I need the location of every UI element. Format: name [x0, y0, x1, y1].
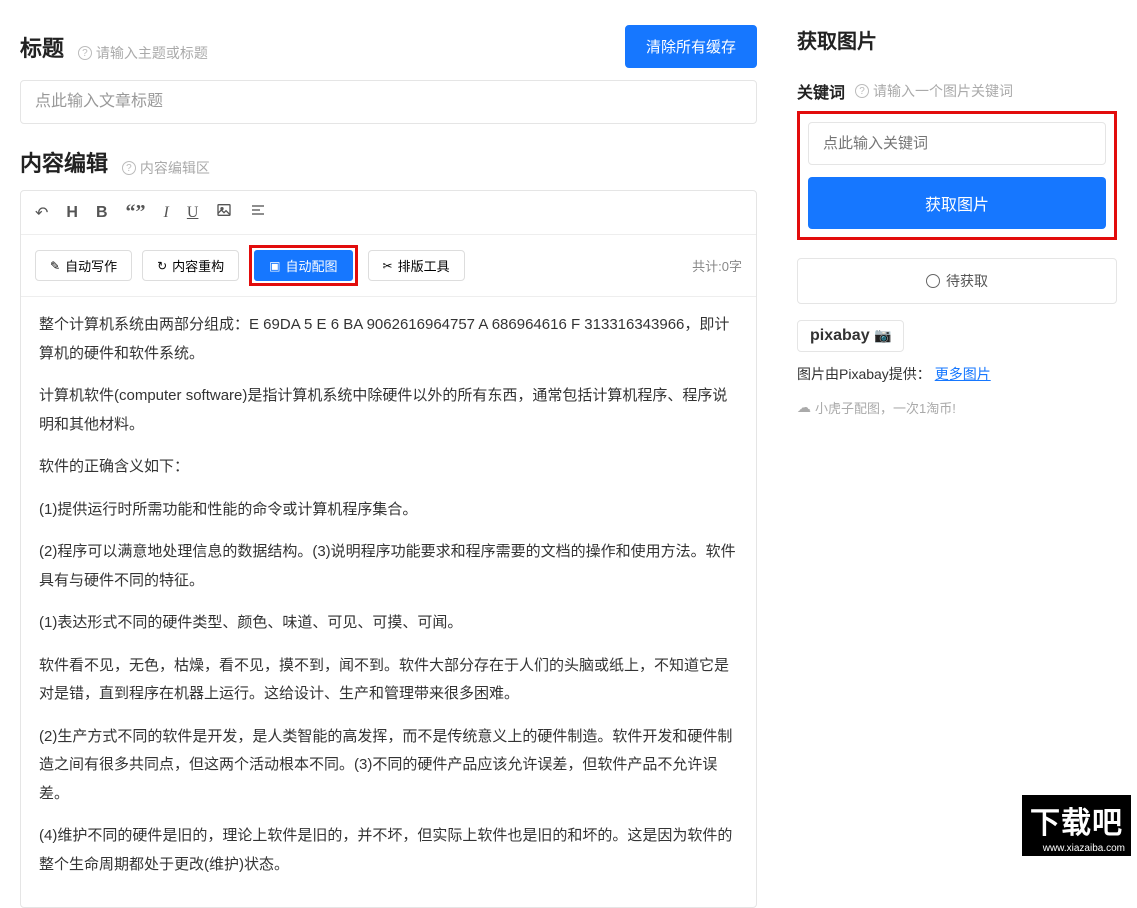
- editor-box: ↶ H B “” I U ✎ 自动写作 ↻: [20, 190, 757, 908]
- editor-paragraph: (4)维护不同的硬件是旧的，理论上软件是旧的，并不坏，但实际上软件也是旧的和坏的…: [39, 822, 738, 879]
- undo-icon[interactable]: ↶: [35, 203, 48, 223]
- editor-paragraph: (1)提供运行时所需功能和性能的命令或计算机程序集合。: [39, 496, 738, 525]
- content-editor-label: 内容编辑: [20, 151, 108, 176]
- pending-status: 待获取: [797, 258, 1117, 304]
- footer-note: ☁ 小虎子配图，一次1淘币!: [797, 398, 1117, 417]
- keyword-hint: ? 请输入一个图片关键词: [855, 81, 1013, 101]
- editor-paragraph: 软件看不见，无色，枯燥，看不见，摸不到，闻不到。软件大部分存在于人们的头脑或纸上…: [39, 652, 738, 709]
- bold-icon[interactable]: B: [96, 204, 108, 222]
- layout-tool-button[interactable]: ✂ 排版工具: [368, 250, 465, 281]
- circle-icon: [926, 274, 940, 288]
- editor-paragraph: 软件的正确含义如下：: [39, 453, 738, 482]
- camera-icon: 📷: [874, 327, 891, 343]
- editor-paragraph: (2)生产方式不同的软件是开发，是人类智能的高发挥，而不是传统意义上的硬件制造。…: [39, 723, 738, 809]
- watermark: 下载吧 www.xiazaiba.com: [1022, 795, 1131, 856]
- auto-write-button[interactable]: ✎ 自动写作: [35, 250, 132, 281]
- fetch-image-button[interactable]: 获取图片: [808, 177, 1106, 229]
- auto-image-button[interactable]: ▣ 自动配图: [254, 250, 352, 281]
- layout-icon: ✂: [383, 259, 393, 273]
- pencil-icon: ✎: [50, 259, 60, 273]
- article-title-input[interactable]: [20, 80, 757, 124]
- heading-icon[interactable]: H: [66, 204, 78, 222]
- cloud-icon: ☁: [797, 399, 811, 416]
- editor-paragraph: (1)表达形式不同的硬件类型、颜色、味道、可见、可摸、可闻。: [39, 609, 738, 638]
- underline-icon[interactable]: U: [187, 204, 199, 222]
- editor-paragraph: (2)程序可以满意地处理信息的数据结构。(3)说明程序功能要求和程序需要的文档的…: [39, 538, 738, 595]
- gallery-icon: ▣: [269, 259, 280, 273]
- title-hint: ? 请输入主题或标题: [78, 43, 208, 63]
- content-editor-header: 内容编辑 ? 内容编辑区: [20, 146, 757, 178]
- fetch-image-title: 获取图片: [797, 25, 1117, 54]
- keyword-label: 关键词: [797, 79, 845, 103]
- clear-cache-button[interactable]: 清除所有缓存: [625, 25, 757, 68]
- content-rebuild-button[interactable]: ↻ 内容重构: [142, 250, 239, 281]
- quote-icon[interactable]: “”: [126, 201, 146, 224]
- auto-image-highlight: ▣ 自动配图: [249, 245, 357, 286]
- info-icon: ?: [855, 84, 869, 98]
- format-toolbar: ↶ H B “” I U: [21, 191, 756, 235]
- info-icon: ?: [122, 161, 136, 175]
- italic-icon[interactable]: I: [164, 204, 169, 222]
- title-label: 标题: [20, 36, 64, 61]
- content-editor-hint: ? 内容编辑区: [122, 158, 210, 178]
- info-icon: ?: [78, 46, 92, 60]
- editor-paragraph: 计算机软件(computer software)是指计算机系统中除硬件以外的所有…: [39, 382, 738, 439]
- more-images-link[interactable]: 更多图片: [935, 366, 991, 382]
- keyword-input[interactable]: [808, 122, 1106, 165]
- action-toolbar: ✎ 自动写作 ↻ 内容重构 ▣ 自动配图 ✂ 排版工具 共计:0字: [21, 235, 756, 297]
- pixabay-badge: pixabay 📷: [797, 320, 904, 352]
- keyword-highlight-box: 获取图片: [797, 111, 1117, 240]
- align-icon[interactable]: [250, 202, 266, 223]
- provider-text: 图片由Pixabay提供： 更多图片: [797, 364, 1117, 384]
- char-count: 共计:0字: [692, 256, 742, 275]
- image-icon[interactable]: [216, 202, 232, 223]
- editor-paragraph: 整个计算机系统由两部分组成：E 69DA 5 E 6 BA 9062616964…: [39, 311, 738, 368]
- editor-content[interactable]: 整个计算机系统由两部分组成：E 69DA 5 E 6 BA 9062616964…: [21, 297, 756, 907]
- title-section-header: 标题 ? 请输入主题或标题 清除所有缓存: [20, 25, 757, 68]
- refresh-icon: ↻: [157, 259, 167, 273]
